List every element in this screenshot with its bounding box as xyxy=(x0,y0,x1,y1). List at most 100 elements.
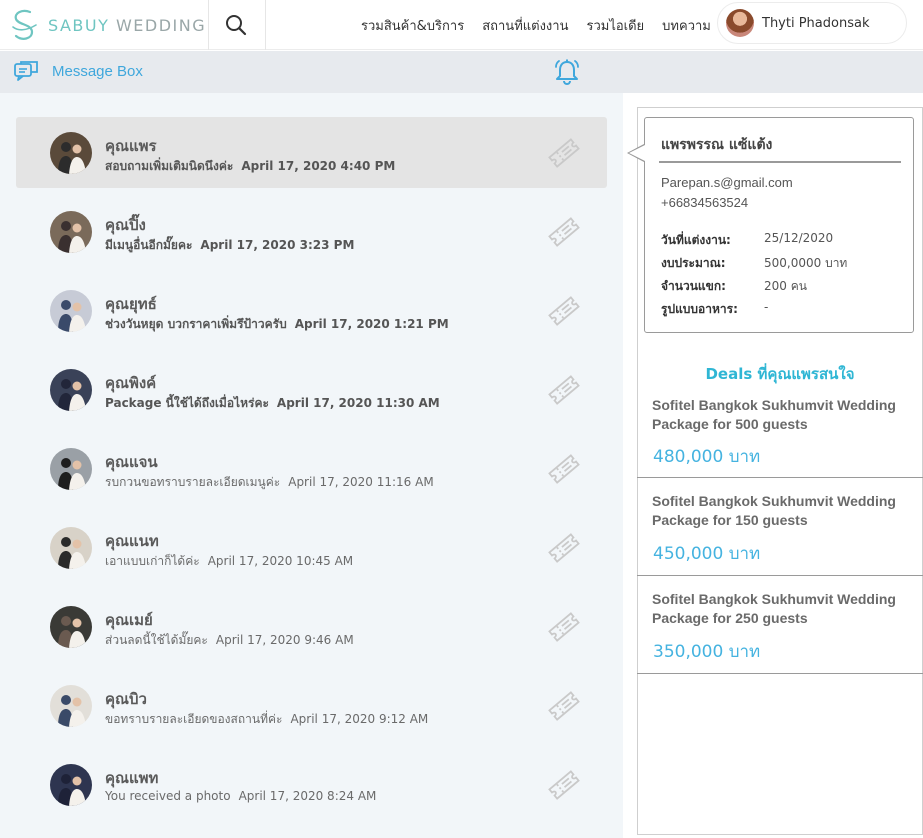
message-time: April 17, 2020 3:23 PM xyxy=(200,238,355,252)
deal-price: 450,000 บาท xyxy=(653,544,761,564)
notifications-button[interactable] xyxy=(553,58,581,91)
top-header: SABUY WEDDING รวมสินค้า&บริการ สถานที่แต… xyxy=(0,0,923,50)
message-time: April 17, 2020 10:45 AM xyxy=(207,554,354,568)
deal-item[interactable]: Sofitel Bangkok Sukhumvit Wedding Packag… xyxy=(637,576,923,674)
message-preview: รบกวนขอทราบรายละเอียดเมนูค่ะ xyxy=(105,475,281,489)
deals-heading: Deals ที่คุณแพรสนใจ xyxy=(705,365,855,383)
header-divider xyxy=(265,0,266,50)
nav-wedding-venues[interactable]: สถานที่แต่งงาน xyxy=(482,15,568,36)
message-preview-line: Package นี้ใช้ได้ถึงเมื่อไหร่คะ April 17,… xyxy=(105,394,440,413)
sender-name: คุณแพท xyxy=(105,769,159,787)
message-list-item[interactable]: คุณแพท You received a photo April 17, 202… xyxy=(16,749,607,820)
ticket-icon[interactable] xyxy=(547,612,581,642)
avatar xyxy=(50,448,92,490)
message-preview-line: You received a photo April 17, 2020 8:24 … xyxy=(105,789,376,803)
main-nav: รวมสินค้า&บริการ สถานที่แต่งงาน รวมไอเดี… xyxy=(352,0,720,50)
ticket-icon[interactable] xyxy=(547,454,581,484)
customer-name: แพรพรรณ แซ้แต้ง xyxy=(661,137,773,153)
ticket-icon[interactable] xyxy=(547,691,581,721)
message-list-item[interactable]: คุณแพร สอบถามเพิ่มเติมนิดนึงค่ะ April 17,… xyxy=(16,117,607,188)
message-preview: ส่วนลดนี้ใช้ได้มั๊ยคะ xyxy=(105,633,208,647)
field-label: วันที่แต่งงาน: xyxy=(661,233,731,247)
message-list-item[interactable]: คุณปิ๊ง มีเมนูอื่นอีกมั๊ยคะ April 17, 202… xyxy=(16,196,607,267)
sender-name: คุณปิ๊ง xyxy=(105,216,146,234)
search-icon xyxy=(226,15,247,36)
user-name: Thyti Phadonsak xyxy=(762,15,870,31)
card-divider xyxy=(659,161,901,163)
message-preview: You received a photo xyxy=(105,789,231,803)
deal-item[interactable]: Sofitel Bangkok Sukhumvit Wedding Packag… xyxy=(637,390,923,478)
message-time: April 17, 2020 1:21 PM xyxy=(294,317,449,331)
avatar xyxy=(50,290,92,332)
message-time: April 17, 2020 11:16 AM xyxy=(288,475,434,489)
logo-mark-icon xyxy=(12,9,37,40)
avatar xyxy=(50,764,92,806)
deal-name: Sofitel Bangkok Sukhumvit Wedding Packag… xyxy=(652,493,896,528)
avatar xyxy=(50,527,92,569)
message-box-link[interactable]: Message Box xyxy=(14,60,143,82)
avatar xyxy=(50,132,92,174)
search-button[interactable] xyxy=(218,8,254,42)
logo-text: SABUY WEDDING xyxy=(48,15,207,35)
message-time: April 17, 2020 4:40 PM xyxy=(241,159,396,173)
deal-price: 480,000 บาท xyxy=(653,447,761,467)
message-time: April 17, 2020 9:12 AM xyxy=(290,712,429,726)
field-label: งบประมาณ: xyxy=(661,256,726,270)
avatar xyxy=(50,606,92,648)
ticket-icon[interactable] xyxy=(547,770,581,800)
message-preview: ขอทราบรายละเอียดของสถานที่ค่ะ xyxy=(105,712,283,726)
user-menu[interactable]: Thyti Phadonsak xyxy=(717,2,907,44)
message-preview: สอบถามเพิ่มเติมนิดนึงค่ะ xyxy=(105,159,234,173)
message-list-item[interactable]: คุณพิงค์ Package นี้ใช้ได้ถึงเมื่อไหร่คะ… xyxy=(16,354,607,425)
message-preview-line: ส่วนลดนี้ใช้ได้มั๊ยคะ April 17, 2020 9:46… xyxy=(105,631,354,650)
chat-bubbles-icon xyxy=(14,61,38,81)
sender-name: คุณพิงค์ xyxy=(105,374,157,392)
customer-phone: +66834563524 xyxy=(661,195,749,210)
nav-articles[interactable]: บทความ xyxy=(662,15,711,36)
field-label: รูปแบบอาหาร: xyxy=(661,302,738,316)
message-list-item[interactable]: คุณแนท เอาแบบเก่าก็ได้ค่ะ April 17, 2020 … xyxy=(16,512,607,583)
message-preview: Package นี้ใช้ได้ถึงเมื่อไหร่คะ xyxy=(105,396,269,410)
ticket-icon[interactable] xyxy=(547,375,581,405)
avatar xyxy=(726,9,754,37)
avatar xyxy=(50,369,92,411)
sender-name: คุณแพร xyxy=(105,137,157,155)
bell-icon xyxy=(555,59,579,86)
ticket-icon[interactable] xyxy=(547,217,581,247)
sender-name: คุณบิว xyxy=(105,690,147,708)
field-value: 200 คน xyxy=(764,279,807,293)
message-time: April 17, 2020 11:30 AM xyxy=(276,396,440,410)
field-label: จำนวนแขก: xyxy=(661,279,726,293)
customer-info-card: แพรพรรณ แซ้แต้ง Parepan.s@gmail.com +668… xyxy=(644,117,914,333)
field-value: 500,0000 บาท xyxy=(764,256,848,270)
message-list-item[interactable]: คุณเมย์ ส่วนลดนี้ใช้ได้มั๊ยคะ April 17, 2… xyxy=(16,591,607,662)
message-preview-line: มีเมนูอื่นอีกมั๊ยคะ April 17, 2020 3:23 P… xyxy=(105,236,354,255)
ticket-icon[interactable] xyxy=(547,296,581,326)
nav-ideas[interactable]: รวมไอเดีย xyxy=(586,15,644,36)
deal-item[interactable]: Sofitel Bangkok Sukhumvit Wedding Packag… xyxy=(637,478,923,576)
message-preview: เอาแบบเก่าก็ได้ค่ะ xyxy=(105,554,200,568)
deal-name: Sofitel Bangkok Sukhumvit Wedding Packag… xyxy=(652,591,896,626)
sabuy-wedding-logo[interactable]: SABUY WEDDING xyxy=(10,6,206,44)
sender-name: คุณยุทธ์ xyxy=(105,295,157,313)
field-value: 25/12/2020 xyxy=(764,231,834,245)
deal-price: 350,000 บาท xyxy=(653,642,761,662)
message-list-item[interactable]: คุณบิว ขอทราบรายละเอียดของสถานที่ค่ะ Apri… xyxy=(16,670,607,741)
sender-name: คุณแจน xyxy=(105,453,158,471)
message-preview-line: สอบถามเพิ่มเติมนิดนึงค่ะ April 17, 2020 4… xyxy=(105,157,395,176)
field-value: - xyxy=(764,300,769,314)
message-time: April 17, 2020 9:46 AM xyxy=(215,633,354,647)
message-list-item[interactable]: คุณแจน รบกวนขอทราบรายละเอียดเมนูค่ะ April… xyxy=(16,433,607,504)
message-preview-line: เอาแบบเก่าก็ได้ค่ะ April 17, 2020 10:45 A… xyxy=(105,552,353,571)
message-toolbar: Message Box xyxy=(0,51,923,93)
ticket-icon[interactable] xyxy=(547,138,581,168)
customer-email: Parepan.s@gmail.com xyxy=(661,175,793,190)
sender-name: คุณแนท xyxy=(105,532,159,550)
nav-products-services[interactable]: รวมสินค้า&บริการ xyxy=(361,15,464,36)
avatar xyxy=(50,685,92,727)
ticket-icon[interactable] xyxy=(547,533,581,563)
card-pointer-fill xyxy=(629,145,645,161)
avatar xyxy=(50,211,92,253)
message-list-item[interactable]: คุณยุทธ์ ช่วงวันหยุด บวกราคาเพิ่มรึป้าวค… xyxy=(16,275,607,346)
message-preview-line: ขอทราบรายละเอียดของสถานที่ค่ะ April 17, 2… xyxy=(105,710,428,729)
